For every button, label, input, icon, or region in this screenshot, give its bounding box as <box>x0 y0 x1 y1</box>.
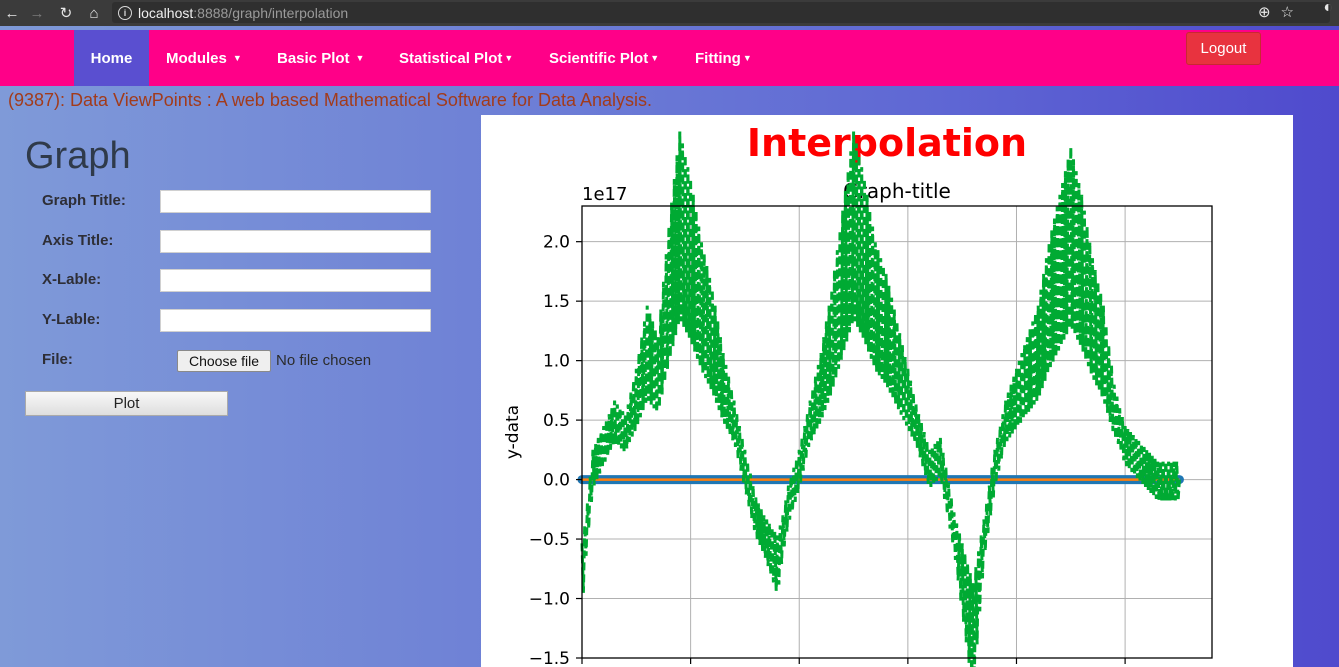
y-tick-label: −1.0 <box>529 590 570 610</box>
plot-button[interactable]: Plot <box>25 391 228 416</box>
graph-title-label: Graph Title: <box>42 192 126 209</box>
forward-arrow-icon[interactable]: → <box>26 0 48 26</box>
bookmark-star-icon[interactable]: ☆ <box>1281 3 1294 21</box>
chevron-down-icon: ▼ <box>232 53 242 63</box>
graph-title-input[interactable] <box>160 190 431 213</box>
nav-basic-plot[interactable]: Basic Plot ▼ <box>277 30 364 86</box>
extension-icon[interactable]: ◐ <box>1323 0 1333 17</box>
nav-scientific-plot[interactable]: Scientific Plot ▼ <box>549 30 659 86</box>
y-tick-label: −1.5 <box>529 649 570 667</box>
nav-basic-plot-label: Basic Plot <box>277 49 350 67</box>
nav-fitting-label: Fitting <box>695 49 741 67</box>
home-icon[interactable]: ⌂ <box>83 0 105 26</box>
app-tagline: (9387): Data ViewPoints : A web based Ma… <box>8 90 653 110</box>
logout-button[interactable]: Logout <box>1186 32 1261 65</box>
choose-file-button[interactable]: Choose file <box>177 350 271 372</box>
browser-toolbar: ← → ↻ ⌂ i localhost:8888/graph/interpola… <box>0 0 1339 26</box>
nav-statistical-plot-label: Statistical Plot <box>399 49 503 67</box>
app-navbar: Home Modules ▼ Basic Plot ▼ Statistical … <box>0 30 1339 86</box>
file-label: File: <box>42 351 73 368</box>
ylabel-input[interactable] <box>160 309 431 332</box>
url-host: localhost <box>138 4 194 21</box>
axis-title-input[interactable] <box>160 230 431 253</box>
y-axis-label: y-data <box>503 405 523 459</box>
chevron-down-icon: ▼ <box>355 53 365 63</box>
xlabel-label: X-Lable: <box>42 271 102 288</box>
nav-home[interactable]: Home <box>74 30 149 86</box>
chart-panel: Interpolation Graph-title 1e17 y-data −1… <box>481 115 1293 667</box>
nav-modules[interactable]: Modules ▼ <box>166 30 242 86</box>
address-bar[interactable]: i localhost:8888/graph/interpolation ⊕ ☆ <box>112 2 1330 23</box>
zoom-icon[interactable]: ⊕ <box>1258 3 1271 21</box>
y-tick-label: 0.5 <box>543 411 570 431</box>
nav-statistical-plot[interactable]: Statistical Plot ▼ <box>399 30 513 86</box>
info-icon[interactable]: i <box>118 5 132 20</box>
nav-scientific-plot-label: Scientific Plot <box>549 49 649 67</box>
file-status: No file chosen <box>276 352 372 369</box>
axis-title-label: Axis Title: <box>42 232 114 249</box>
series-line-2 <box>580 131 1181 667</box>
xlabel-input[interactable] <box>160 269 431 292</box>
nav-fitting[interactable]: Fitting ▼ <box>695 30 752 86</box>
series-lines <box>577 131 1184 667</box>
y-tick-label: 2.0 <box>543 233 570 253</box>
ylabel-label: Y-Lable: <box>42 311 101 328</box>
back-arrow-icon[interactable]: ← <box>1 0 23 26</box>
url-path: :8888/graph/interpolation <box>193 4 349 21</box>
nav-modules-label: Modules <box>166 49 227 67</box>
y-tick-label: 0.0 <box>543 471 570 491</box>
axis-offset-label: 1e17 <box>582 184 627 205</box>
nav-home-label: Home <box>90 49 133 67</box>
y-tick-label: 1.0 <box>543 352 570 372</box>
chevron-down-icon: ▼ <box>742 53 752 63</box>
y-tick-label: 1.5 <box>543 292 570 312</box>
form-title: Graph <box>25 135 131 177</box>
chevron-down-icon: ▼ <box>650 53 660 63</box>
reload-icon[interactable]: ↻ <box>55 0 77 26</box>
y-tick-label: −0.5 <box>529 530 570 550</box>
chevron-down-icon: ▼ <box>504 53 514 63</box>
interpolation-chart: Graph-title 1e17 y-data −1.5−1.0−0.50.00… <box>503 131 1213 667</box>
